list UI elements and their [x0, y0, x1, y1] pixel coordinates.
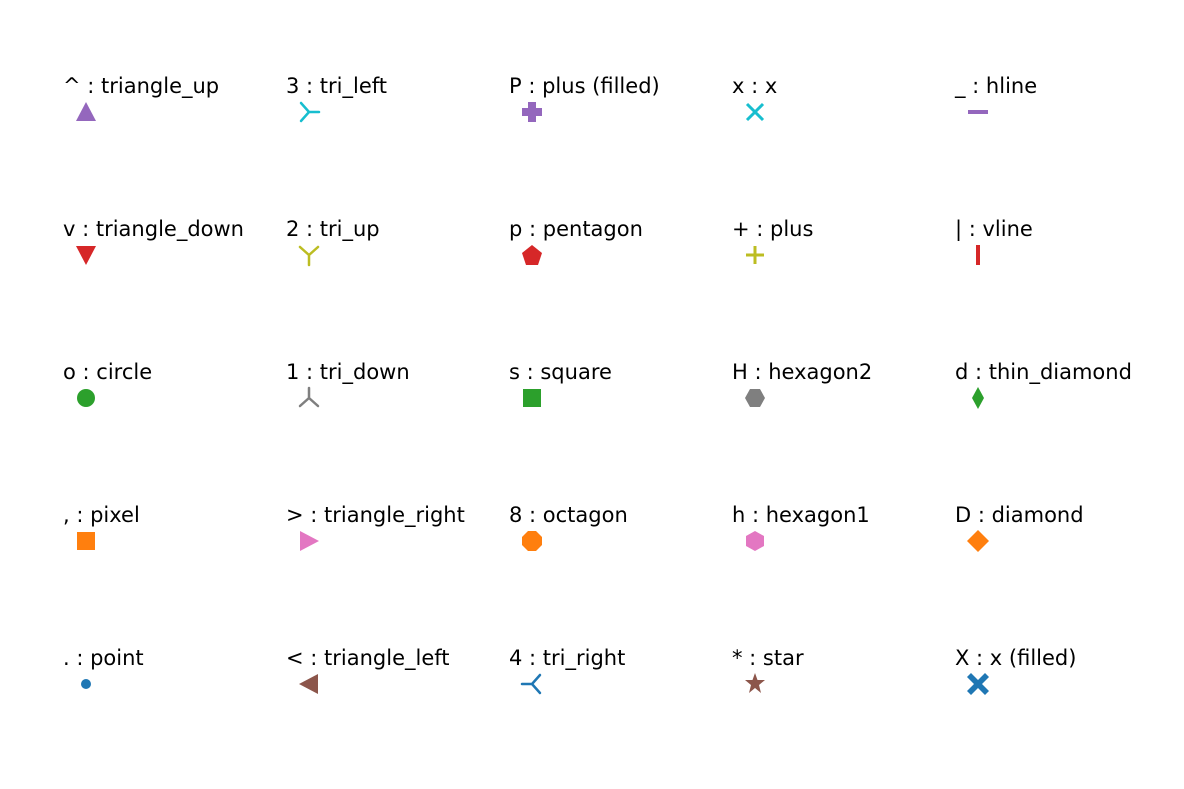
marker-cell-tri-right: 4 : tri_right: [509, 647, 732, 670]
marker-label: , : pixel: [63, 504, 286, 527]
thin-diamond-icon: [967, 387, 989, 409]
marker-label: P : plus (filled): [509, 75, 732, 98]
square-icon: [521, 387, 543, 409]
marker-cell-point: . : point: [63, 647, 286, 670]
marker-label: + : plus: [732, 218, 955, 241]
star-icon: [744, 673, 766, 695]
marker-label: X : x (filled): [955, 647, 1178, 670]
marker-label: H : hexagon2: [732, 361, 955, 384]
marker-cell-plus: + : plus: [732, 218, 955, 241]
marker-label: > : triangle_right: [286, 504, 509, 527]
marker-label: | : vline: [955, 218, 1178, 241]
marker-label: * : star: [732, 647, 955, 670]
x-filled--icon: [967, 673, 989, 695]
marker-label: 8 : octagon: [509, 504, 732, 527]
marker-cell-triangle-left: < : triangle_left: [286, 647, 509, 670]
marker-cell-x: x : x: [732, 75, 955, 98]
x-icon: [744, 101, 766, 123]
marker-cell-vline: | : vline: [955, 218, 1178, 241]
marker-cell-pentagon: p : pentagon: [509, 218, 732, 241]
marker-label: 3 : tri_left: [286, 75, 509, 98]
hline-icon: [967, 101, 989, 123]
marker-cell-pixel: , : pixel: [63, 504, 286, 527]
octagon-icon: [521, 530, 543, 552]
marker-label: x : x: [732, 75, 955, 98]
marker-cell-hexagon1: h : hexagon1: [732, 504, 955, 527]
marker-label: v : triangle_down: [63, 218, 286, 241]
marker-cell-circle: o : circle: [63, 361, 286, 384]
marker-label: 4 : tri_right: [509, 647, 732, 670]
marker-label: 1 : tri_down: [286, 361, 509, 384]
triangle-up-icon: [75, 101, 97, 123]
marker-label: d : thin_diamond: [955, 361, 1178, 384]
tri-down-icon: [298, 387, 320, 409]
plus-filled--icon: [521, 101, 543, 123]
marker-label: p : pentagon: [509, 218, 732, 241]
circle-icon: [75, 387, 97, 409]
marker-cell-tri-up: 2 : tri_up: [286, 218, 509, 241]
point-icon: [75, 673, 97, 695]
vline-icon: [967, 244, 989, 266]
pentagon-icon: [521, 244, 543, 266]
marker-label: < : triangle_left: [286, 647, 509, 670]
diamond-icon: [967, 530, 989, 552]
marker-cell-triangle-up: ^ : triangle_up: [63, 75, 286, 98]
marker-cell-tri-left: 3 : tri_left: [286, 75, 509, 98]
marker-label: ^ : triangle_up: [63, 75, 286, 98]
triangle-left-icon: [298, 673, 320, 695]
plus-icon: [744, 244, 766, 266]
marker-label: . : point: [63, 647, 286, 670]
hexagon1-icon: [744, 530, 766, 552]
marker-cell-square: s : square: [509, 361, 732, 384]
marker-cell-plus-filled-: P : plus (filled): [509, 75, 732, 98]
triangle-down-icon: [75, 244, 97, 266]
marker-label: D : diamond: [955, 504, 1178, 527]
marker-label: s : square: [509, 361, 732, 384]
marker-label: 2 : tri_up: [286, 218, 509, 241]
marker-cell-x-filled-: X : x (filled): [955, 647, 1178, 670]
marker-label: o : circle: [63, 361, 286, 384]
hexagon2-icon: [744, 387, 766, 409]
pixel-icon: [75, 530, 97, 552]
marker-cell-hline: _ : hline: [955, 75, 1178, 98]
marker-cell-triangle-down: v : triangle_down: [63, 218, 286, 241]
marker-cell-hexagon2: H : hexagon2: [732, 361, 955, 384]
marker-cell-star: * : star: [732, 647, 955, 670]
marker-cell-tri-down: 1 : tri_down: [286, 361, 509, 384]
marker-label: h : hexagon1: [732, 504, 955, 527]
tri-right-icon: [521, 673, 543, 695]
marker-cell-octagon: 8 : octagon: [509, 504, 732, 527]
marker-cell-thin-diamond: d : thin_diamond: [955, 361, 1178, 384]
tri-left-icon: [298, 101, 320, 123]
marker-cell-triangle-right: > : triangle_right: [286, 504, 509, 527]
marker-label: _ : hline: [955, 75, 1178, 98]
tri-up-icon: [298, 244, 320, 266]
marker-cell-diamond: D : diamond: [955, 504, 1178, 527]
triangle-right-icon: [298, 530, 320, 552]
